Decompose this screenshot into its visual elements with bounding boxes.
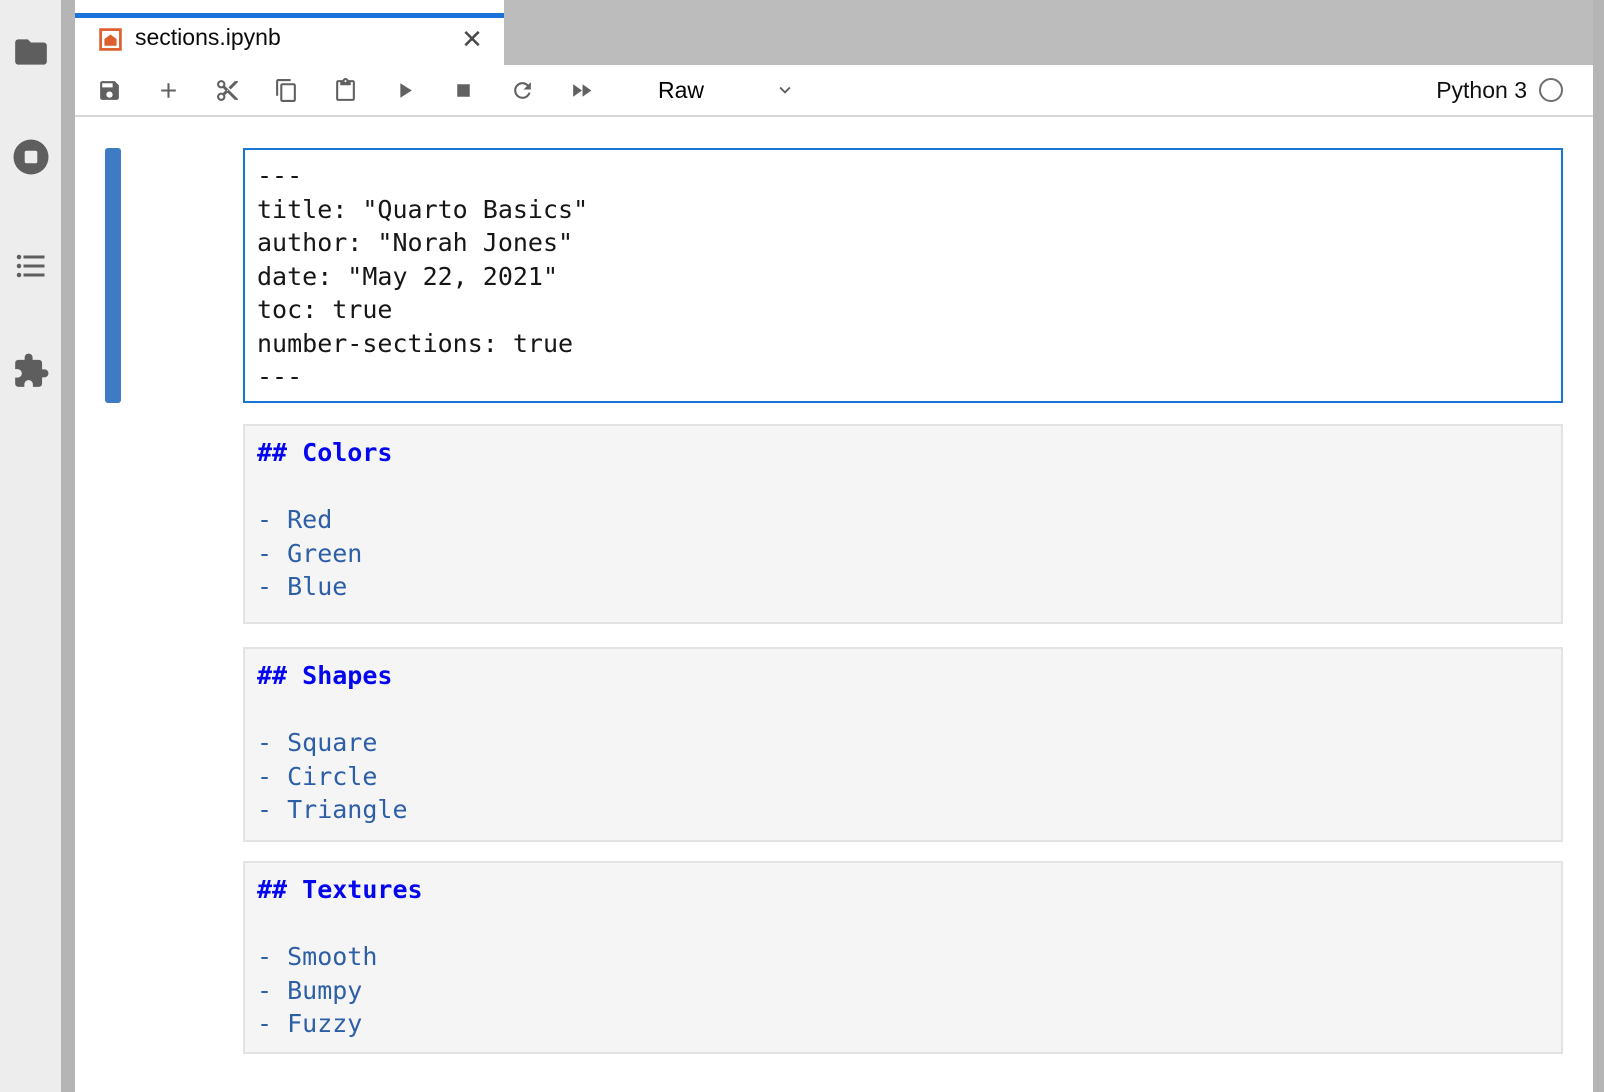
- folder-icon[interactable]: [12, 36, 50, 68]
- markdown-list-item: - Square: [257, 726, 1549, 760]
- raw-cell-line: ---: [257, 159, 1549, 193]
- markdown-cell-shapes[interactable]: ## Shapes - Square - Circle - Triangle: [243, 647, 1563, 842]
- notebook-panel: --- title: "Quarto Basics" author: "Nora…: [75, 117, 1593, 1092]
- copy-cells-button[interactable]: [274, 78, 299, 103]
- tab-sections-ipynb[interactable]: sections.ipynb ✕: [75, 0, 504, 65]
- extensions-icon[interactable]: [12, 352, 50, 390]
- notebook-toolbar: Raw Python 3: [75, 65, 1593, 117]
- paste-cells-button[interactable]: [333, 78, 358, 103]
- dock-tab-bar: sections.ipynb ✕: [75, 0, 1593, 65]
- blank-line: [257, 470, 1549, 504]
- add-cell-button[interactable]: [156, 78, 181, 103]
- restart-kernel-button[interactable]: [510, 78, 535, 103]
- markdown-list-item: - Triangle: [257, 793, 1549, 827]
- markdown-header: ## Colors: [257, 436, 1549, 470]
- cut-cells-button[interactable]: [215, 78, 240, 103]
- run-cell-button[interactable]: [392, 78, 417, 103]
- markdown-cell-colors[interactable]: ## Colors - Red - Green - Blue: [243, 424, 1563, 624]
- sidebar-divider[interactable]: [61, 0, 75, 1092]
- table-of-contents-icon[interactable]: [13, 248, 49, 284]
- raw-cell-line: author: "Norah Jones": [257, 226, 1549, 260]
- interrupt-kernel-button[interactable]: [451, 78, 476, 103]
- raw-cell-line: ---: [257, 360, 1549, 394]
- kernel-name[interactable]: Python 3: [1436, 77, 1527, 104]
- markdown-list-item: - Fuzzy: [257, 1007, 1549, 1041]
- markdown-list-item: - Bumpy: [257, 974, 1549, 1008]
- raw-cell-line: toc: true: [257, 293, 1549, 327]
- markdown-list-item: - Circle: [257, 760, 1549, 794]
- markdown-header: ## Textures: [257, 873, 1549, 907]
- blank-line: [257, 907, 1549, 941]
- raw-cell-line: number-sections: true: [257, 327, 1549, 361]
- activity-sidebar: [0, 0, 61, 1092]
- notebook-icon: [97, 26, 124, 53]
- tab-title: sections.ipynb: [135, 24, 281, 51]
- raw-cell-yaml-frontmatter[interactable]: --- title: "Quarto Basics" author: "Nora…: [243, 148, 1563, 403]
- run-all-cells-button[interactable]: [569, 78, 594, 103]
- kernel-status-icon[interactable]: [1539, 78, 1563, 102]
- markdown-list-item: - Smooth: [257, 940, 1549, 974]
- markdown-list-item: - Blue: [257, 570, 1549, 604]
- chevron-down-icon: [774, 79, 796, 101]
- cell-type-selected-value: Raw: [658, 77, 704, 104]
- markdown-list-item: - Red: [257, 503, 1549, 537]
- blank-line: [257, 693, 1549, 727]
- jupyterlab-window: sections.ipynb ✕: [0, 0, 1604, 1092]
- markdown-list-item: - Green: [257, 537, 1549, 571]
- close-icon[interactable]: ✕: [455, 22, 489, 56]
- raw-cell-line: date: "May 22, 2021": [257, 260, 1549, 294]
- markdown-cell-textures[interactable]: ## Textures - Smooth - Bumpy - Fuzzy: [243, 861, 1563, 1054]
- save-button[interactable]: [97, 78, 122, 103]
- raw-cell-line: title: "Quarto Basics": [257, 193, 1549, 227]
- markdown-header: ## Shapes: [257, 659, 1549, 693]
- active-tab-accent: [75, 13, 504, 18]
- window-right-edge: [1593, 0, 1604, 1092]
- running-kernels-icon[interactable]: [10, 136, 52, 178]
- active-cell-collapser[interactable]: [105, 148, 121, 403]
- cell-type-dropdown[interactable]: Raw: [658, 77, 796, 104]
